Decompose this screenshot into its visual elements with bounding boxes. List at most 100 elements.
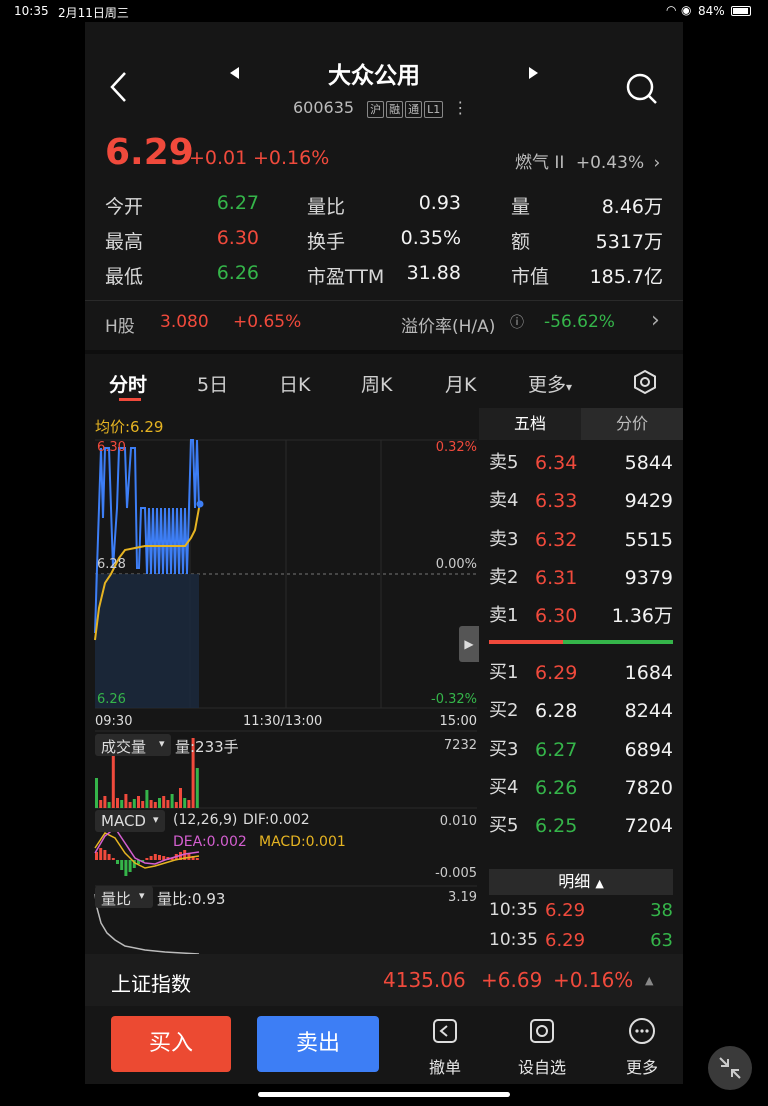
volume-bar — [195, 768, 199, 808]
price-axis-mid: 6.28 — [97, 557, 126, 572]
macd-label: MACD — [101, 812, 146, 830]
volume-bar — [132, 799, 136, 808]
macd-bar — [99, 848, 103, 860]
volume-bar — [124, 794, 128, 808]
intraday-chart-area: 均价:6.29 6.30 6.28 6.26 0.32% 0.00% -0.32… — [85, 408, 479, 955]
pct-axis-high: 0.32% — [435, 440, 477, 455]
add-watchlist-button[interactable]: 设自选 — [507, 1014, 577, 1078]
add-watchlist-label: 设自选 — [517, 1058, 566, 1077]
stat-label: 今开 — [105, 196, 144, 218]
bid-row[interactable]: 买3 6.27 6894 — [479, 731, 683, 769]
pct-axis-low: -0.32% — [431, 692, 477, 707]
ask-row[interactable]: 卖1 6.30 1.36万 — [479, 597, 683, 635]
battery-icon — [731, 6, 751, 16]
macd-bar — [158, 855, 161, 860]
bid-row[interactable]: 买5 6.25 7204 — [479, 807, 683, 845]
level-label: 卖1 — [489, 605, 519, 627]
stat-label: 最低 — [105, 266, 144, 288]
h-share-change: +0.65% — [233, 312, 302, 332]
chevron-left-icon — [110, 72, 126, 102]
level-volume: 1.36万 — [611, 605, 673, 628]
more-circle-icon — [629, 1018, 655, 1044]
stat-label: 市盈TTM — [307, 266, 385, 288]
ask-row[interactable]: 卖3 6.32 5515 — [479, 521, 683, 559]
tab-5day[interactable]: 5日 — [197, 370, 228, 397]
stat-label: 市值 — [511, 266, 550, 288]
stat-label: 量比 — [307, 196, 346, 218]
next-stock-button[interactable] — [526, 64, 540, 82]
bid-row[interactable]: 买2 6.28 8244 — [479, 692, 683, 730]
level-price: 6.33 — [535, 490, 578, 513]
more-actions-button[interactable]: 更多 — [607, 1014, 677, 1078]
trade-price: 6.29 — [545, 930, 586, 951]
settings-icon[interactable] — [631, 368, 659, 396]
bid-row[interactable]: 买1 6.29 1684 — [479, 654, 683, 692]
tab-five-levels[interactable]: 五档 — [479, 408, 581, 440]
stat-value: 185.7亿 — [589, 266, 663, 288]
level-price: 6.34 — [535, 452, 578, 474]
index-name: 上证指数 — [111, 972, 191, 996]
collapse-window-button[interactable] — [708, 1046, 752, 1090]
volume-bar — [153, 802, 157, 808]
volume-bar — [99, 800, 103, 808]
action-bar: 买入 卖出 撤单 设自选 更多 — [85, 1006, 683, 1084]
tab-more-label: 更多 — [528, 374, 567, 396]
volume-bar — [120, 800, 124, 808]
level-price: 6.25 — [535, 815, 578, 838]
macd-bars — [95, 848, 199, 876]
level-volume: 5844 — [624, 452, 673, 474]
tab-price-distribution[interactable]: 分价 — [581, 408, 683, 440]
volume-bar — [149, 800, 153, 808]
ask-row[interactable]: 卖5 6.34 5844 — [479, 444, 683, 482]
info-icon[interactable]: ⓘ — [510, 312, 524, 332]
ask-row[interactable]: 卖2 6.31 9379 — [479, 559, 683, 597]
macd-bar — [153, 854, 157, 860]
trade-volume: 38 — [650, 900, 673, 921]
tab-weekly[interactable]: 周K — [361, 370, 392, 397]
volume-bar — [187, 800, 191, 808]
volume-bar — [103, 796, 107, 808]
status-time: 10:35 — [14, 4, 49, 18]
bid-ask-ratio-bar — [489, 640, 673, 644]
bid-row[interactable]: 买4 6.26 7820 — [479, 769, 683, 807]
tab-more[interactable]: 更多▾ — [528, 370, 572, 397]
more-dots-icon[interactable]: ⋮ — [452, 98, 468, 117]
status-date: 2月11日周三 — [58, 6, 129, 20]
sector-name: 燃气 II — [515, 153, 565, 173]
volume-bar — [141, 801, 145, 808]
cancel-order-button[interactable]: 撤单 — [410, 1014, 480, 1078]
volume-bar — [174, 802, 178, 808]
level-label: 买5 — [489, 815, 519, 837]
sector-link[interactable]: 燃气 II +0.43% › — [515, 148, 660, 173]
search-button[interactable] — [625, 72, 659, 106]
level-price: 6.26 — [535, 776, 578, 799]
expand-orderbook-button[interactable]: ▶ — [459, 626, 479, 662]
level-label: 买3 — [489, 738, 519, 760]
index-bar[interactable]: 上证指数 4135.06 +6.69 +0.16% ▲ — [85, 954, 683, 1006]
macd-bar — [195, 858, 199, 860]
avg-price-label: 均价:6.29 — [95, 418, 164, 436]
tab-monthly[interactable]: 月K — [445, 370, 476, 397]
watchlist-gear-icon — [530, 1019, 554, 1043]
trade-row: 10:35 6.29 63 — [479, 928, 683, 954]
h-share-label: H股 — [105, 317, 135, 337]
wifi-icon: ◠ — [666, 3, 677, 17]
h-share-row[interactable]: H股 3.080 +0.65% 溢价率(H/A) ⓘ -56.62% › — [85, 302, 683, 350]
tab-daily[interactable]: 日K — [279, 370, 310, 397]
stock-code: 600635 — [293, 98, 355, 117]
buy-button[interactable]: 买入 — [111, 1016, 231, 1072]
index-change-pct: +0.16% — [553, 968, 634, 992]
back-button[interactable] — [107, 70, 131, 104]
macd-axis-low: -0.005 — [435, 866, 477, 881]
stock-code-row: 600635 沪融通 L1 ⋮ — [293, 98, 468, 118]
ask-row[interactable]: 卖4 6.33 9429 — [479, 482, 683, 520]
volume-bar — [128, 802, 132, 808]
prev-stock-button[interactable] — [227, 64, 241, 82]
intraday-chart[interactable] — [85, 408, 477, 955]
order-book: 五档 分价 卖5 6.34 5844 卖4 6.33 9429 卖3 6.32 5515 卖2 6.… — [479, 408, 683, 954]
macd-dea: DEA:0.002 — [173, 834, 247, 850]
active-tab-indicator — [119, 398, 141, 401]
sell-button[interactable]: 卖出 — [257, 1016, 379, 1072]
tab-intraday[interactable]: 分时 — [109, 370, 147, 397]
detail-header[interactable]: 明细 ▲ — [489, 869, 673, 895]
